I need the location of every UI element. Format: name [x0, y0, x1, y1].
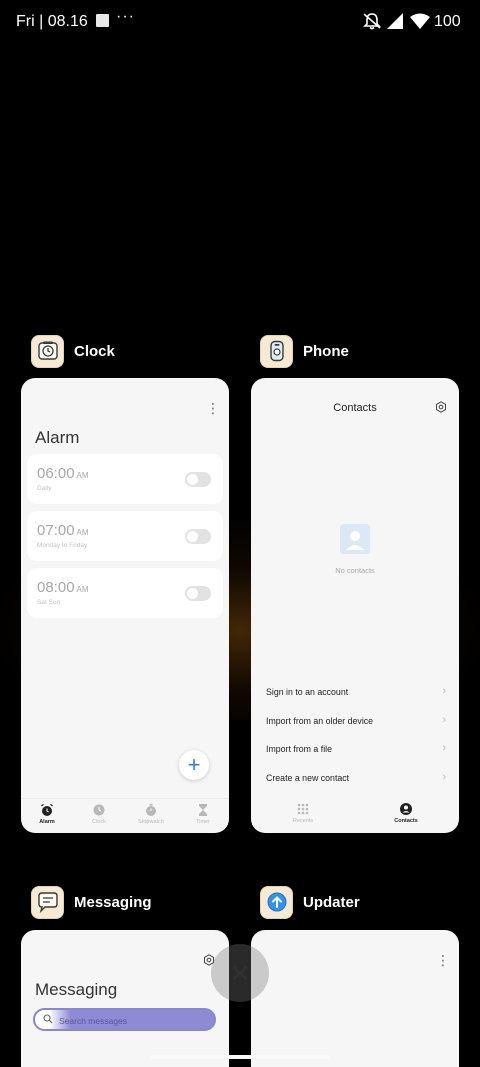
messaging-preview-card[interactable]: Messaging Search messages: [21, 930, 229, 1067]
chevron-right-icon: ›: [442, 742, 446, 754]
chevron-right-icon: ›: [442, 771, 446, 783]
dialpad-icon: [297, 803, 309, 815]
app-name: Clock: [74, 342, 115, 360]
app-header-phone[interactable]: Phone: [260, 334, 349, 368]
alarm-time: 08:00 AM: [37, 579, 89, 596]
alarm-repeat: Sat Sun: [37, 599, 61, 606]
status-time: Fri | 08.16: [16, 13, 88, 30]
signal-icon: [387, 13, 403, 29]
search-icon: [43, 1014, 53, 1024]
alarm-title: Alarm: [35, 428, 80, 447]
app-header-clock[interactable]: Clock: [31, 334, 115, 368]
sign-in-account-row[interactable]: Sign in to an account ›: [266, 685, 446, 697]
clock-icon: [93, 804, 105, 816]
alarm-item[interactable]: 06:00 AM Daily: [27, 454, 223, 504]
alarm-toggle[interactable]: [185, 586, 211, 601]
nav-alarm[interactable]: Alarm: [21, 803, 73, 825]
alarm-toggle[interactable]: [185, 472, 211, 487]
search-placeholder: Search messages: [59, 1016, 128, 1026]
nav-clock[interactable]: Clock: [73, 803, 125, 825]
notification-square-icon: [96, 14, 109, 27]
status-bar: Fri | 08.16 ··· 100: [0, 0, 480, 44]
alarm-item[interactable]: 08:00 AM Sat Sun: [27, 568, 223, 618]
stopwatch-icon: [146, 804, 156, 816]
add-alarm-button[interactable]: +: [179, 750, 209, 780]
import-older-device-row[interactable]: Import from an older device ›: [266, 714, 446, 726]
clock-app-icon[interactable]: [31, 334, 64, 368]
messaging-title: Messaging: [35, 980, 118, 999]
alarm-repeat: Daily: [37, 485, 52, 492]
more-options-icon[interactable]: ⋮: [436, 952, 450, 969]
import-file-row[interactable]: Import from a file ›: [266, 742, 446, 754]
search-messages-field[interactable]: Search messages: [33, 1008, 216, 1031]
app-name: Messaging: [74, 893, 152, 911]
updater-app-icon[interactable]: [260, 885, 293, 919]
nav-contacts[interactable]: Contacts: [380, 802, 432, 824]
empty-contacts-icon: [340, 524, 370, 554]
phone-bottom-nav: Recents Contacts: [251, 798, 459, 832]
empty-state-text: No contacts: [335, 566, 375, 575]
alarm-toggle[interactable]: [185, 529, 211, 544]
alarm-time: 07:00 AM: [37, 522, 89, 539]
alarm-item[interactable]: 07:00 AM Monday to Friday: [27, 511, 223, 561]
more-notifications: ···: [116, 8, 135, 25]
wifi-icon: [410, 13, 430, 29]
nav-timer[interactable]: Timer: [177, 803, 229, 825]
app-header-messaging[interactable]: Messaging: [31, 885, 152, 919]
clock-bottom-nav: Alarm Clock Stopwatch Timer: [21, 798, 229, 832]
contacts-title: Contacts: [333, 402, 377, 414]
mute-icon: [363, 13, 381, 30]
alarm-clock-icon: [41, 803, 53, 816]
home-indicator[interactable]: [150, 1055, 330, 1059]
alarm-repeat: Monday to Friday: [37, 542, 88, 549]
phone-app-icon[interactable]: [260, 334, 293, 368]
phone-preview-card[interactable]: Contacts No contacts Sign in to an accou…: [251, 378, 459, 833]
clear-all-button[interactable]: [211, 944, 269, 1002]
nav-recents[interactable]: Recents: [277, 802, 329, 824]
hourglass-icon: [199, 804, 207, 816]
chevron-right-icon: ›: [442, 714, 446, 726]
updater-preview-card[interactable]: ⋮: [251, 930, 459, 1067]
app-header-updater[interactable]: Updater: [260, 885, 360, 919]
settings-gear-icon[interactable]: [435, 401, 447, 413]
app-name: Updater: [303, 893, 360, 911]
app-name: Phone: [303, 342, 349, 360]
close-icon: [233, 966, 247, 980]
chevron-right-icon: ›: [442, 685, 446, 697]
contact-person-icon: [400, 803, 412, 815]
clock-preview-card[interactable]: ⋮ Alarm 06:00 AM Daily 07:00 AM Monday to …: [21, 378, 229, 833]
alarm-time: 06:00 AM: [37, 465, 89, 482]
battery-level: 100: [434, 13, 461, 30]
create-contact-row[interactable]: Create a new contact ›: [266, 771, 446, 783]
more-options-icon[interactable]: ⋮: [206, 400, 220, 417]
nav-stopwatch[interactable]: Stopwatch: [125, 803, 177, 825]
messaging-app-icon[interactable]: [31, 885, 64, 919]
